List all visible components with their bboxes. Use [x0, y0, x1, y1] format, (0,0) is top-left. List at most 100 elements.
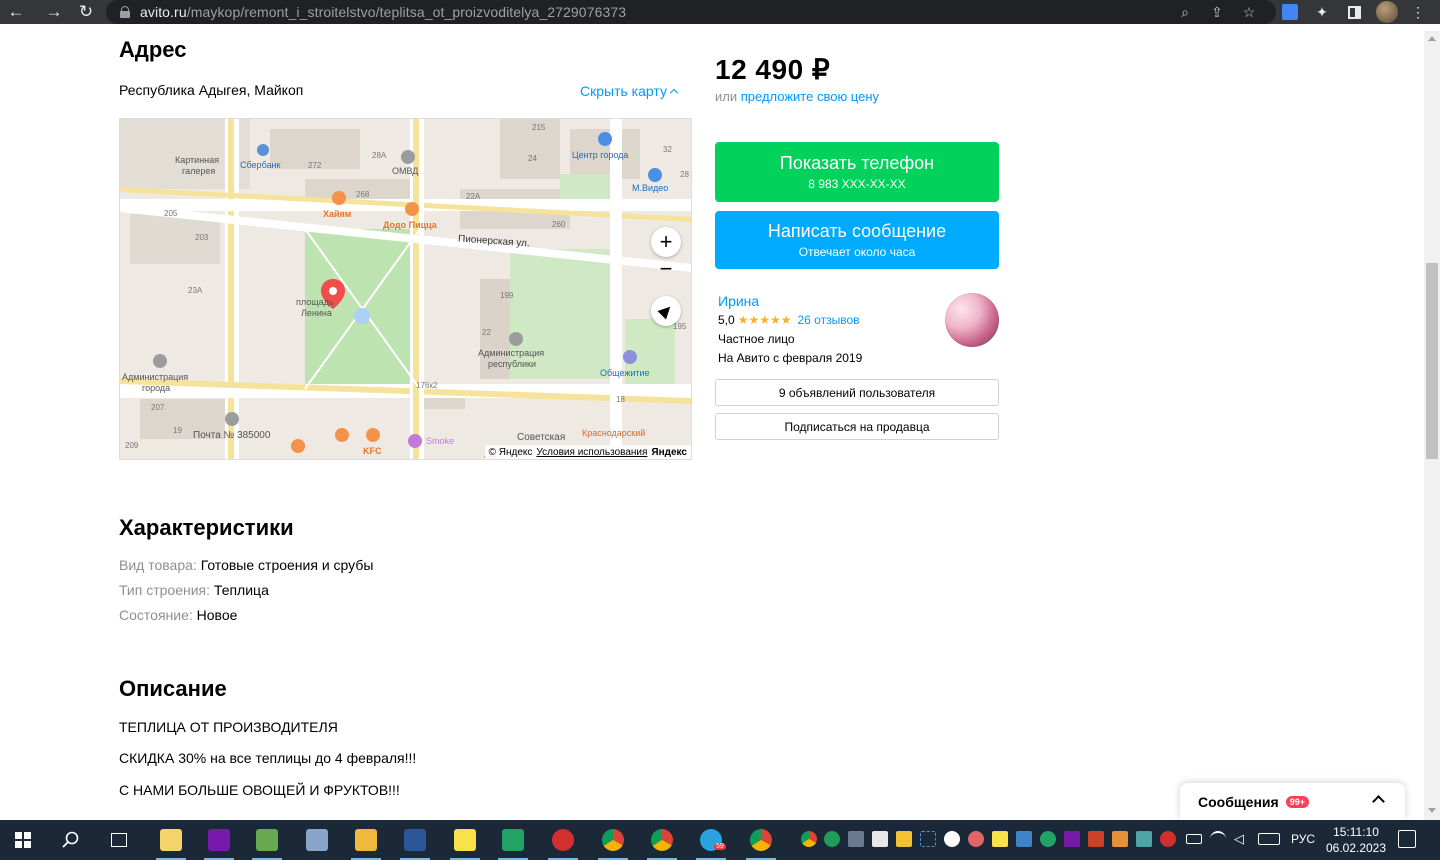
map-label-hayam: Хайям	[323, 209, 352, 219]
word-icon[interactable]	[392, 820, 438, 860]
chrome-icon[interactable]	[738, 820, 784, 860]
map-number: 199	[500, 291, 514, 300]
map-label-post: Почта № 385000	[193, 430, 271, 441]
map-number: 260	[552, 220, 566, 229]
extensions-puzzle-icon[interactable]: ✦	[1313, 3, 1331, 21]
hide-map-link[interactable]: Скрыть карту	[580, 83, 679, 99]
chrome-icon[interactable]	[590, 820, 636, 860]
spec-value: Готовые строения и срубы	[200, 557, 374, 573]
map-number: 23А	[188, 286, 203, 295]
map-label-admin-2: республики	[488, 359, 536, 369]
language-indicator[interactable]: РУС	[1291, 832, 1315, 846]
map-label-dodo: Додо Пицца	[383, 220, 437, 230]
show-phone-label: Показать телефон	[779, 153, 935, 173]
map-label-sberbank: Сбербанк	[240, 160, 281, 170]
address-bar[interactable]: avito.ru/maykop/remont_i_stroitelstvo/te…	[106, 0, 1276, 24]
map-label-krasnodar: Краснодарский	[582, 428, 646, 438]
chrome-icon[interactable]	[639, 820, 685, 860]
tray-app-icon[interactable]	[1112, 831, 1128, 847]
tray-doc-icon[interactable]	[872, 831, 888, 847]
tray-app-icon[interactable]	[968, 831, 984, 847]
bookmark-star-icon[interactable]: ☆	[1240, 3, 1258, 21]
page-scrollbar[interactable]	[1424, 31, 1440, 820]
tray-shield-icon[interactable]	[824, 831, 840, 847]
share-icon[interactable]: ⇪	[1208, 3, 1226, 21]
map-number: 205	[164, 209, 178, 218]
telegram-icon[interactable]: 59	[688, 820, 734, 860]
battery-icon[interactable]	[1186, 834, 1202, 844]
file-explorer-icon[interactable]	[343, 820, 389, 860]
side-panel-icon[interactable]	[1345, 3, 1363, 21]
chevron-up-icon[interactable]	[1372, 795, 1385, 808]
map-number: 19	[173, 426, 182, 435]
app-red-icon[interactable]	[540, 820, 586, 860]
map-label-dorm: Общежитие	[600, 368, 650, 378]
offer-price-link[interactable]: предложите свою цену	[741, 89, 879, 104]
seller-avatar[interactable]	[945, 293, 999, 347]
clock[interactable]: 15:11:10 06.02.2023	[1322, 824, 1390, 856]
windows-start-icon[interactable]	[0, 820, 46, 860]
reload-icon[interactable]: ↻	[70, 0, 102, 24]
tray-app-icon[interactable]	[1040, 831, 1056, 847]
map-label-gallery: Картинная	[175, 155, 220, 165]
profile-avatar[interactable]	[1376, 1, 1398, 23]
spec-row: Состояние: Новое	[119, 607, 237, 623]
task-view-icon[interactable]	[96, 820, 142, 860]
zoom-in-button[interactable]: +	[651, 227, 681, 257]
search-icon[interactable]	[48, 820, 94, 860]
show-phone-button[interactable]: Показать телефон 8 983 XXX-XX-XX	[715, 142, 999, 202]
map-terms-link[interactable]: Условия использования	[536, 447, 647, 458]
map-label-mvideo: М.Видео	[632, 183, 669, 193]
keyboard-icon[interactable]	[1258, 833, 1280, 845]
map-label-gallery-2: галерея	[182, 166, 216, 176]
telegram-badge: 59	[714, 843, 726, 850]
tray-app-icon[interactable]	[1160, 831, 1176, 847]
map[interactable]: Картинная галерея Сбербанк ОМВД Центр го…	[119, 118, 692, 460]
phone-number: 8 983 XXX-XX-XX	[808, 177, 906, 191]
messages-label: Сообщения	[1198, 793, 1279, 810]
spreadsheet-icon[interactable]	[490, 820, 536, 860]
sticky-notes-icon[interactable]	[442, 820, 488, 860]
tray-sticky-icon[interactable]	[992, 831, 1008, 847]
translate-extension-icon[interactable]	[1281, 3, 1299, 21]
scroll-down-icon[interactable]	[1428, 808, 1436, 813]
url-text: avito.ru/maykop/remont_i_stroitelstvo/te…	[140, 4, 626, 20]
description-line: ТЕПЛИЦА ОТ ПРОИЗВОДИТЕЛЯ	[119, 719, 338, 735]
seller-since: На Авито с февраля 2019	[718, 351, 863, 365]
tray-fx-icon[interactable]	[1136, 831, 1152, 847]
wifi-icon[interactable]	[1210, 831, 1226, 847]
back-arrow-icon[interactable]: ←	[0, 0, 32, 24]
forward-arrow-icon[interactable]: →	[38, 0, 70, 24]
onenote-icon[interactable]	[196, 820, 242, 860]
map-number: 195	[673, 322, 687, 331]
tray-monitor-icon[interactable]	[848, 831, 864, 847]
locate-button[interactable]	[651, 296, 681, 326]
notifications-icon[interactable]	[1398, 830, 1416, 848]
zoom-out-button[interactable]: −	[651, 254, 681, 284]
subscribe-seller-button[interactable]: Подписаться на продавца	[715, 413, 999, 440]
user-ads-button[interactable]: 9 объявлений пользователя	[715, 379, 999, 406]
tray-app-icon[interactable]	[944, 831, 960, 847]
reviews-link[interactable]: 26 отзывов	[797, 313, 859, 327]
write-message-button[interactable]: Написать сообщение Отвечает около часа	[715, 211, 999, 269]
scroll-up-icon[interactable]	[1428, 36, 1436, 41]
rating-value: 5,0	[718, 313, 735, 327]
chevron-up-icon	[669, 88, 679, 98]
scroll-thumb[interactable]	[1426, 263, 1438, 459]
tray-chrome-icon[interactable]	[801, 831, 817, 847]
file-app-icon[interactable]	[148, 820, 194, 860]
tray-app-icon[interactable]	[1088, 831, 1104, 847]
tray-onenote-icon[interactable]	[1064, 831, 1080, 847]
menu-kebab-icon[interactable]: ⋮	[1409, 3, 1427, 21]
map-number: 32	[663, 145, 672, 154]
messages-widget[interactable]: Сообщения 99+	[1180, 783, 1405, 820]
tray-notes-icon[interactable]	[896, 831, 912, 847]
address-heading: Адрес	[119, 37, 187, 62]
tray-window-icon[interactable]	[1016, 831, 1032, 847]
zoom-icon[interactable]: ⌕	[1176, 3, 1194, 21]
map-label-square-2: Ленина	[301, 308, 332, 318]
volume-icon[interactable]: ◁	[1234, 831, 1250, 847]
notepad-icon[interactable]	[244, 820, 290, 860]
tray-snip-icon[interactable]	[920, 831, 936, 847]
app-icon[interactable]	[294, 820, 340, 860]
